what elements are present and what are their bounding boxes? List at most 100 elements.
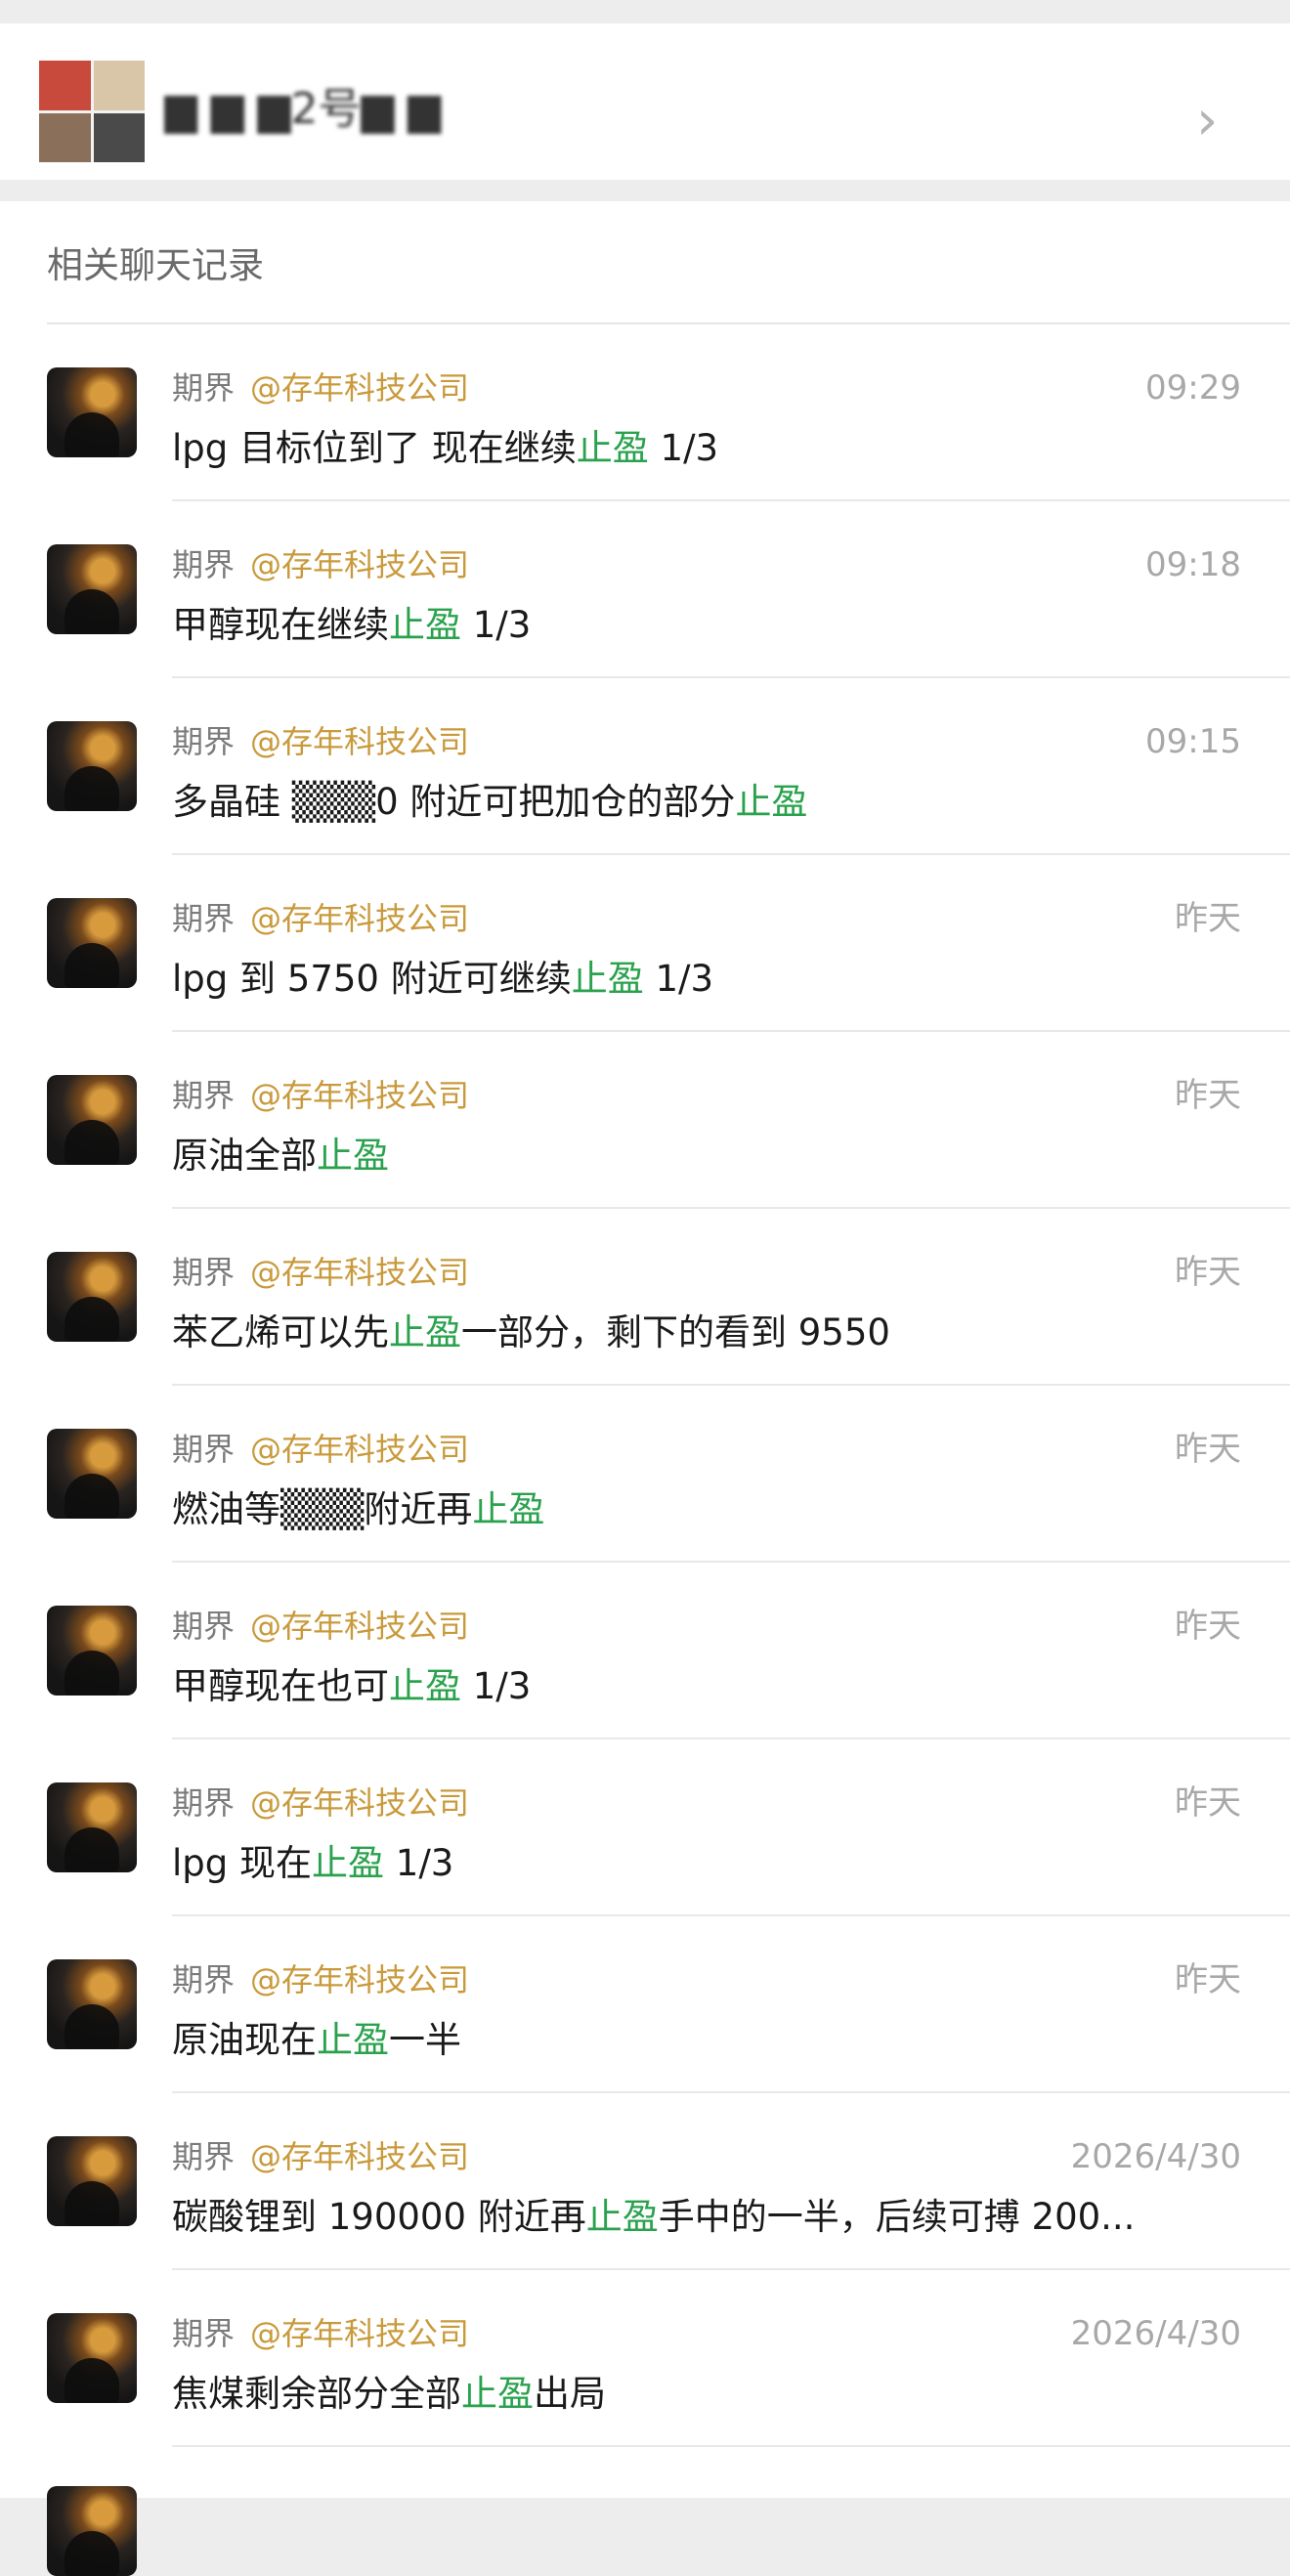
- result-row[interactable]: 期界 @存年科技公司 09:15 多晶硅 ▒▒▒0 附近可把加仓的部分止盈: [0, 678, 1290, 855]
- result-row[interactable]: 期界 @存年科技公司 昨天 lpg 到 5750 附近可继续止盈 1/3: [0, 855, 1290, 1032]
- keyword-highlight: 止盈: [576, 427, 649, 469]
- sender-line: 期界 @存年科技公司: [172, 719, 469, 764]
- mention-tag: @存年科技公司: [250, 369, 470, 407]
- result-list: 期界 @存年科技公司 09:29 lpg 目标位到了 现在继续止盈 1/3 期界 @…: [0, 324, 1290, 2576]
- message-suffix: 1/3: [648, 427, 719, 469]
- sender-name: 期界: [172, 1784, 236, 1822]
- sender-name: 期界: [172, 1608, 236, 1645]
- section-title: 相关聊天记录: [47, 244, 264, 286]
- timestamp: 昨天: [1175, 1960, 1241, 1999]
- user-avatar[interactable]: [47, 2313, 137, 2403]
- message-suffix: 1/3: [461, 1665, 532, 1707]
- result-row[interactable]: 期界 @存年科技公司 昨天 燃油等▒▒▒附近再止盈: [0, 1386, 1290, 1563]
- result-row[interactable]: 期界 @存年科技公司 昨天 lpg 现在止盈 1/3: [0, 1739, 1290, 1916]
- group-avatar: [39, 61, 145, 162]
- timestamp: 昨天: [1175, 1607, 1241, 1646]
- message-text: 原油现在止盈一半: [172, 2012, 1237, 2069]
- timestamp: 2026/4/30: [1070, 2137, 1241, 2176]
- group-header[interactable]: ▆ ▆ ▆2号▆ ▆ ›: [0, 23, 1290, 180]
- keyword-highlight: 止盈: [585, 2196, 659, 2238]
- sender-line: 期界 @存年科技公司: [172, 2311, 469, 2356]
- message-text: 甲醇现在也可止盈 1/3: [172, 1658, 1237, 1715]
- message-prefix: 焦煤剩余部分全部: [172, 2373, 461, 2415]
- sender-name: 期界: [172, 900, 236, 937]
- message-text: 碳酸锂到 190000 附近再止盈手中的一半，后续可搏 200...: [172, 2189, 1237, 2246]
- timestamp: 昨天: [1175, 899, 1241, 938]
- sender-name: 期界: [172, 2138, 236, 2175]
- message-prefix: 原油全部: [172, 1135, 317, 1177]
- timestamp: 09:15: [1145, 722, 1241, 761]
- sender-name: 期界: [172, 369, 236, 407]
- mention-tag: @存年科技公司: [250, 1961, 470, 1998]
- user-avatar[interactable]: [47, 1606, 137, 1696]
- user-avatar[interactable]: [47, 898, 137, 988]
- user-avatar[interactable]: [47, 2136, 137, 2226]
- user-avatar[interactable]: [47, 367, 137, 457]
- user-avatar[interactable]: [47, 544, 137, 634]
- result-row[interactable]: 期界 @存年科技公司 2026/4/30 焦煤剩余部分全部止盈出局: [0, 2270, 1290, 2447]
- result-row[interactable]: 期界 @存年科技公司 昨天 原油现在止盈一半: [0, 1916, 1290, 2093]
- message-prefix: 甲醇现在也可: [172, 1665, 389, 1707]
- message-prefix: lpg 现在: [172, 1842, 313, 1884]
- message-prefix: 甲醇现在继续: [172, 604, 389, 646]
- message-suffix: 一部分，剩下的看到 9550: [461, 1311, 890, 1353]
- message-prefix: 多晶硅 ▒▒▒0 附近可把加仓的部分: [172, 781, 736, 823]
- sender-name: 期界: [172, 1254, 236, 1291]
- mention-tag: @存年科技公司: [250, 1608, 470, 1645]
- mention-tag: @存年科技公司: [250, 1784, 470, 1822]
- timestamp: 昨天: [1175, 1783, 1241, 1823]
- timestamp: 昨天: [1175, 1253, 1241, 1292]
- keyword-highlight: 止盈: [317, 1135, 389, 1177]
- result-row[interactable]: 期界 @存年科技公司 昨天 苯乙烯可以先止盈一部分，剩下的看到 9550: [0, 1209, 1290, 1386]
- user-avatar[interactable]: [47, 1782, 137, 1872]
- user-avatar[interactable]: [47, 1959, 137, 2049]
- message-suffix: 一半: [389, 2019, 461, 2061]
- message-suffix: 出局: [534, 2373, 606, 2415]
- message-suffix: 手中的一半，后续可搏 200...: [658, 2196, 1136, 2238]
- sender-name: 期界: [172, 1431, 236, 1468]
- user-avatar[interactable]: [47, 1075, 137, 1165]
- message-prefix: 碳酸锂到 190000 附近再: [172, 2196, 586, 2238]
- sender-line: 期界 @存年科技公司: [172, 1957, 469, 2002]
- message-text: lpg 现在止盈 1/3: [172, 1835, 1237, 1892]
- message-text: lpg 到 5750 附近可继续止盈 1/3: [172, 951, 1237, 1008]
- message-text: 甲醇现在继续止盈 1/3: [172, 597, 1237, 654]
- timestamp: 2026/4/30: [1070, 2314, 1241, 2353]
- keyword-highlight: 止盈: [389, 604, 461, 646]
- result-row[interactable]: 期界 @存年科技公司 09:29 lpg 目标位到了 现在继续止盈 1/3: [0, 324, 1290, 501]
- result-row[interactable]: 期界 @存年科技公司 09:18 甲醇现在继续止盈 1/3: [0, 501, 1290, 678]
- mention-tag: @存年科技公司: [250, 1254, 470, 1291]
- timestamp: 09:18: [1145, 545, 1241, 584]
- chevron-right-icon[interactable]: ›: [1196, 92, 1235, 150]
- keyword-highlight: 止盈: [461, 2373, 534, 2415]
- message-text: lpg 目标位到了 现在继续止盈 1/3: [172, 420, 1237, 477]
- mention-tag: @存年科技公司: [250, 723, 470, 760]
- message-text: 苯乙烯可以先止盈一部分，剩下的看到 9550: [172, 1305, 1237, 1361]
- sender-line: 期界 @存年科技公司: [172, 1604, 469, 1649]
- message-prefix: lpg 目标位到了 现在继续: [172, 427, 577, 469]
- result-row-partial[interactable]: [0, 2447, 1290, 2576]
- result-row[interactable]: 期界 @存年科技公司 昨天 原油全部止盈: [0, 1032, 1290, 1209]
- mention-tag: @存年科技公司: [250, 1077, 470, 1114]
- user-avatar[interactable]: [47, 2486, 137, 2576]
- sender-line: 期界 @存年科技公司: [172, 1250, 469, 1295]
- message-suffix: 1/3: [643, 958, 714, 1000]
- mention-tag: @存年科技公司: [250, 2138, 470, 2175]
- user-avatar[interactable]: [47, 721, 137, 811]
- result-row[interactable]: 期界 @存年科技公司 昨天 甲醇现在也可止盈 1/3: [0, 1563, 1290, 1739]
- sender-line: 期界 @存年科技公司: [172, 1781, 469, 1825]
- sender-name: 期界: [172, 1961, 236, 1998]
- group-name: ▆ ▆ ▆2号▆ ▆: [164, 84, 442, 134]
- timestamp: 昨天: [1175, 1076, 1241, 1115]
- message-suffix: 1/3: [461, 604, 532, 646]
- user-avatar[interactable]: [47, 1429, 137, 1519]
- message-text: 燃油等▒▒▒附近再止盈: [172, 1481, 1237, 1538]
- result-row[interactable]: 期界 @存年科技公司 2026/4/30 碳酸锂到 190000 附近再止盈手中的…: [0, 2093, 1290, 2270]
- keyword-highlight: 止盈: [735, 781, 808, 823]
- sender-line: 期界 @存年科技公司: [172, 365, 469, 410]
- user-avatar[interactable]: [47, 1252, 137, 1342]
- mention-tag: @存年科技公司: [250, 900, 470, 937]
- message-text: 焦煤剩余部分全部止盈出局: [172, 2366, 1237, 2423]
- sender-name: 期界: [172, 1077, 236, 1114]
- timestamp: 09:29: [1145, 368, 1241, 408]
